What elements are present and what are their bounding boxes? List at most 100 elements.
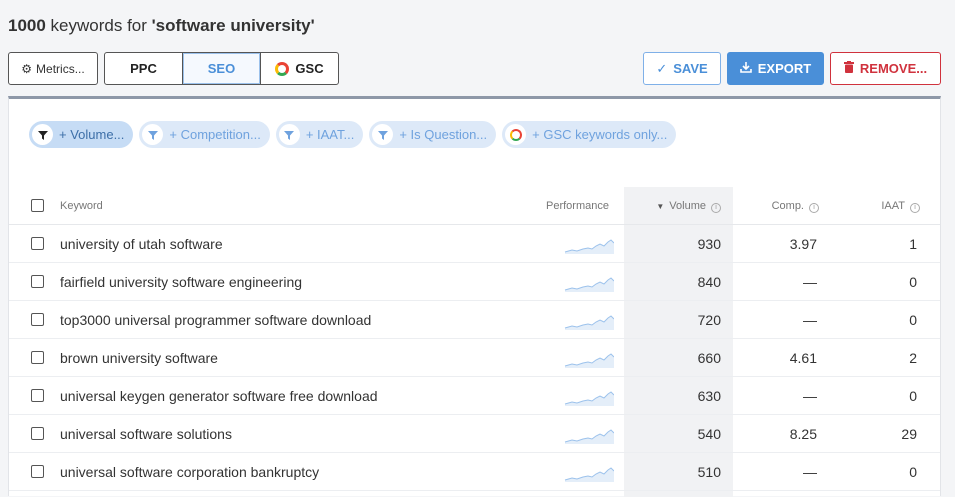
iaat-header-label: IAAT bbox=[881, 200, 905, 212]
row-checkbox[interactable] bbox=[31, 427, 44, 440]
table-row[interactable]: universal software corporation bankruptc… bbox=[9, 453, 940, 491]
table-row[interactable]: fairfield university software engineerin… bbox=[9, 263, 940, 301]
keyword-cell[interactable]: fairfield university software engineerin… bbox=[60, 274, 302, 290]
table-row[interactable]: universal keygen generator software free… bbox=[9, 377, 940, 415]
iaat-cell: 0 bbox=[909, 388, 917, 404]
iaat-cell: 0 bbox=[909, 464, 917, 480]
keyword-cell[interactable]: brown university software bbox=[60, 350, 218, 366]
tab-seo[interactable]: SEO bbox=[183, 53, 261, 84]
performance-sparkline bbox=[564, 467, 614, 482]
keyword-cell[interactable]: universal keygen generator software free… bbox=[60, 388, 378, 404]
filter-chip-gsc[interactable]: + GSC keywords only... bbox=[502, 121, 677, 148]
filter-chip-competition[interactable]: + Competition... bbox=[139, 121, 270, 148]
comp-cell: — bbox=[803, 312, 817, 328]
table-row[interactable]: brown university software 660 4.61 2 bbox=[9, 339, 940, 377]
comp-cell: — bbox=[803, 274, 817, 290]
filter-chip-volume[interactable]: + Volume... bbox=[29, 121, 134, 148]
volume-cell: 540 bbox=[697, 426, 721, 442]
tab-ppc-label: PPC bbox=[130, 61, 157, 76]
export-label: EXPORT bbox=[757, 61, 812, 76]
performance-sparkline bbox=[564, 239, 614, 254]
export-button[interactable]: EXPORT bbox=[727, 52, 824, 85]
table-row[interactable]: top3000 universal programmer software do… bbox=[9, 301, 940, 339]
keyword-header[interactable]: Keyword bbox=[60, 200, 103, 212]
filter-icon bbox=[372, 124, 394, 145]
iaat-cell: 0 bbox=[909, 312, 917, 328]
row-checkbox[interactable] bbox=[31, 275, 44, 288]
tab-gsc[interactable]: GSC bbox=[261, 53, 338, 84]
table-header: Keyword Performance ▼ Volume i Comp. i IAAT… bbox=[9, 187, 940, 225]
iaat-cell: 29 bbox=[901, 426, 917, 442]
row-checkbox[interactable] bbox=[31, 237, 44, 250]
table-row[interactable]: universal software solutions 540 8.25 29 bbox=[9, 415, 940, 453]
performance-sparkline bbox=[564, 391, 614, 406]
metrics-label: Metrics... bbox=[36, 61, 85, 76]
tab-seo-label: SEO bbox=[207, 61, 236, 76]
select-all-checkbox[interactable] bbox=[31, 199, 44, 212]
filter-chip-is-question[interactable]: + Is Question... bbox=[369, 121, 497, 148]
google-icon bbox=[275, 61, 290, 76]
search-query: 'software university' bbox=[151, 16, 315, 35]
info-icon[interactable]: i bbox=[910, 203, 920, 213]
performance-header: Performance bbox=[546, 200, 609, 212]
comp-header-label: Comp. bbox=[771, 200, 804, 212]
trash-icon bbox=[843, 61, 854, 76]
iaat-cell: 0 bbox=[909, 274, 917, 290]
volume-cell: 630 bbox=[697, 388, 721, 404]
remove-label: REMOVE... bbox=[859, 61, 928, 76]
title-middle: keywords for bbox=[45, 16, 152, 35]
table-row[interactable]: university of utah software 930 3.97 1 bbox=[9, 225, 940, 263]
volume-cell: 720 bbox=[697, 312, 721, 328]
gear-icon: ⚙ bbox=[21, 61, 33, 76]
comp-cell: 8.25 bbox=[789, 426, 817, 442]
results-panel: + Volume... + Competition... + IAAT... +… bbox=[8, 96, 941, 497]
info-icon[interactable]: i bbox=[711, 203, 721, 213]
row-checkbox[interactable] bbox=[31, 389, 44, 402]
metrics-button[interactable]: ⚙ Metrics... bbox=[8, 52, 98, 85]
save-label: SAVE bbox=[673, 61, 708, 76]
performance-sparkline bbox=[564, 429, 614, 444]
iaat-cell: 2 bbox=[909, 350, 917, 366]
filter-chip-label: + Competition... bbox=[169, 127, 261, 142]
iaat-header[interactable]: IAAT i bbox=[817, 200, 920, 213]
filter-icon bbox=[278, 124, 300, 145]
keywords-table: Keyword Performance ▼ Volume i Comp. i IAAT… bbox=[9, 187, 940, 497]
volume-header[interactable]: ▼ Volume i bbox=[624, 200, 721, 213]
download-icon bbox=[739, 61, 752, 76]
keyword-cell[interactable]: top3000 universal programmer software do… bbox=[60, 312, 371, 328]
performance-sparkline bbox=[564, 353, 614, 368]
performance-sparkline bbox=[564, 277, 614, 292]
page-title: 1000 keywords for 'software university' bbox=[8, 16, 315, 36]
volume-cell: 660 bbox=[697, 350, 721, 366]
comp-header[interactable]: Comp. i bbox=[733, 200, 819, 213]
table-body: university of utah software 930 3.97 1 fairf… bbox=[9, 225, 940, 491]
row-checkbox[interactable] bbox=[31, 313, 44, 326]
toolbar: ⚙ Metrics... PPC SEO GSC ✓ SAVE EXPORT REM… bbox=[8, 52, 941, 86]
volume-cell: 840 bbox=[697, 274, 721, 290]
filter-chip-label: + GSC keywords only... bbox=[532, 127, 668, 142]
comp-cell: — bbox=[803, 464, 817, 480]
row-checkbox[interactable] bbox=[31, 351, 44, 364]
comp-cell: — bbox=[803, 388, 817, 404]
row-checkbox[interactable] bbox=[31, 465, 44, 478]
filter-icon bbox=[142, 124, 164, 145]
comp-cell: 3.97 bbox=[789, 236, 817, 252]
filter-chip-iaat[interactable]: + IAAT... bbox=[275, 121, 364, 148]
mode-tabs: PPC SEO GSC bbox=[104, 52, 339, 85]
iaat-cell: 1 bbox=[909, 236, 917, 252]
filter-chip-label: + Is Question... bbox=[399, 127, 488, 142]
performance-sparkline bbox=[564, 315, 614, 330]
filter-chip-label: + IAAT... bbox=[305, 127, 355, 142]
keyword-count: 1000 bbox=[8, 16, 46, 35]
keyword-cell[interactable]: universal software solutions bbox=[60, 426, 232, 442]
remove-button[interactable]: REMOVE... bbox=[830, 52, 941, 85]
save-button[interactable]: ✓ SAVE bbox=[643, 52, 721, 85]
keyword-cell[interactable]: university of utah software bbox=[60, 236, 223, 252]
filter-icon bbox=[32, 124, 53, 145]
tab-ppc[interactable]: PPC bbox=[105, 53, 183, 84]
filter-chip-label: + Volume... bbox=[59, 127, 125, 142]
comp-cell: 4.61 bbox=[789, 350, 817, 366]
volume-header-label: Volume bbox=[669, 200, 706, 212]
google-logo-icon bbox=[509, 128, 522, 141]
keyword-cell[interactable]: universal software corporation bankruptc… bbox=[60, 464, 319, 480]
